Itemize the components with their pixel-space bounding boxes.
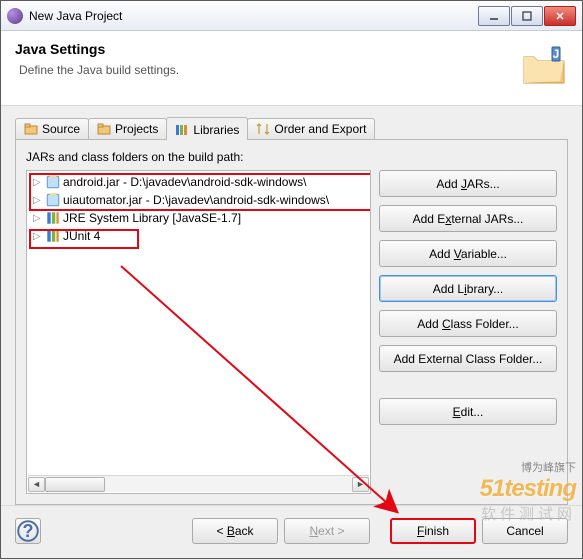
tree-item-label: JRE System Library [JavaSE-1.7]	[63, 211, 241, 225]
tree-item[interactable]: ▷ JRE System Library [JavaSE-1.7]	[29, 209, 368, 227]
folder-java-icon: J	[520, 41, 568, 89]
banner: Java Settings Define the Java build sett…	[1, 31, 582, 106]
edit-button[interactable]: Edit...	[379, 398, 557, 425]
next-button[interactable]: Next >	[284, 518, 370, 544]
cancel-button[interactable]: Cancel	[482, 518, 568, 544]
finish-button[interactable]: Finish	[390, 518, 476, 544]
tree-item-label: android.jar - D:\javadev\android-sdk-win…	[63, 175, 306, 189]
svg-text:J: J	[553, 47, 560, 61]
libraries-tree[interactable]: ▷ android.jar - D:\javadev\android-sdk-w…	[26, 170, 371, 494]
horizontal-scrollbar[interactable]: ◄ ►	[28, 475, 369, 492]
tab-libraries[interactable]: Libraries	[166, 117, 248, 140]
libraries-panel: JARs and class folders on the build path…	[15, 139, 568, 505]
expand-icon[interactable]: ▷	[33, 213, 45, 224]
libraries-icon	[175, 124, 189, 136]
banner-sub: Define the Java build settings.	[19, 63, 520, 77]
order-export-icon	[256, 123, 270, 135]
tab-label: Libraries	[193, 123, 239, 137]
banner-heading: Java Settings	[15, 41, 520, 57]
jar-icon	[45, 175, 61, 189]
add-library-button[interactable]: Add Library...	[379, 275, 557, 302]
eclipse-icon	[7, 8, 23, 24]
jar-icon	[45, 193, 61, 207]
expand-icon[interactable]: ▷	[33, 231, 45, 242]
tab-label: Projects	[115, 122, 158, 136]
add-jars-button[interactable]: Add JARs...	[379, 170, 557, 197]
minimize-button[interactable]	[478, 6, 510, 26]
window-title: New Java Project	[29, 9, 478, 23]
panel-label: JARs and class folders on the build path…	[26, 150, 557, 164]
back-button[interactable]: < Back	[192, 518, 278, 544]
help-button[interactable]: ?	[15, 518, 41, 544]
scroll-thumb[interactable]	[45, 477, 105, 492]
tab-order-export[interactable]: Order and Export	[247, 118, 375, 139]
library-icon	[45, 229, 61, 243]
projects-icon	[97, 123, 111, 135]
maximize-button[interactable]	[511, 6, 543, 26]
dialog-window: New Java Project Java Settings Define th…	[0, 0, 583, 559]
svg-text:?: ?	[23, 521, 34, 541]
add-class-folder-button[interactable]: Add Class Folder...	[379, 310, 557, 337]
tree-item-label: JUnit 4	[63, 229, 100, 243]
expand-icon[interactable]: ▷	[33, 177, 45, 188]
tree-item[interactable]: ▷ android.jar - D:\javadev\android-sdk-w…	[29, 173, 368, 191]
expand-icon[interactable]: ▷	[33, 195, 45, 206]
scroll-track[interactable]	[45, 477, 352, 492]
tab-source[interactable]: Source	[15, 118, 89, 139]
add-external-class-folder-button[interactable]: Add External Class Folder...	[379, 345, 557, 372]
titlebar[interactable]: New Java Project	[1, 1, 582, 31]
tab-label: Order and Export	[274, 122, 366, 136]
footer: ? < Back Next > Finish Cancel	[1, 505, 582, 558]
scroll-left-button[interactable]: ◄	[28, 477, 45, 492]
tab-label: Source	[42, 122, 80, 136]
scroll-right-button[interactable]: ►	[352, 477, 369, 492]
tab-bar: Source Projects Libraries Order and Expo…	[15, 116, 568, 139]
source-icon	[24, 123, 38, 135]
add-variable-button[interactable]: Add Variable...	[379, 240, 557, 267]
close-button[interactable]	[544, 6, 576, 26]
tree-item[interactable]: ▷ JUnit 4	[29, 227, 368, 245]
tree-item-label: uiautomator.jar - D:\javadev\android-sdk…	[63, 193, 329, 207]
tab-projects[interactable]: Projects	[88, 118, 167, 139]
library-icon	[45, 211, 61, 225]
button-column: Add JARs... Add External JARs... Add Var…	[379, 170, 557, 494]
add-external-jars-button[interactable]: Add External JARs...	[379, 205, 557, 232]
tree-item[interactable]: ▷ uiautomator.jar - D:\javadev\android-s…	[29, 191, 368, 209]
